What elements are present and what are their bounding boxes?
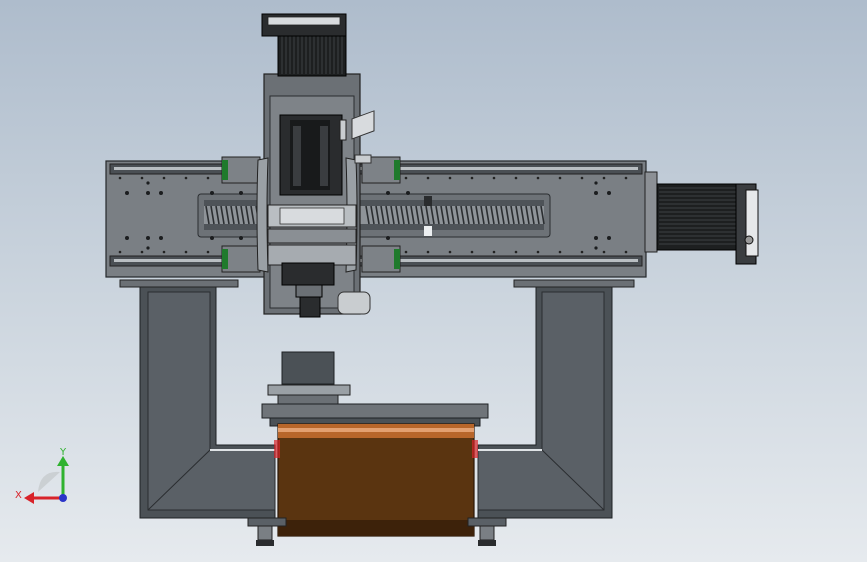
cad-viewport[interactable]: Y X xyxy=(0,0,867,562)
axis-triad: Y X xyxy=(15,447,69,504)
triad-x-label: X xyxy=(15,490,22,501)
z-axis-motor xyxy=(261,13,347,77)
triad-y-label: Y xyxy=(59,447,67,458)
left-frame-leg xyxy=(119,279,276,519)
workpiece-cylinder xyxy=(274,423,478,537)
cnc-gantry-model[interactable]: Y X xyxy=(0,0,867,562)
gantry-beam xyxy=(105,156,647,278)
right-frame-leg xyxy=(477,279,635,519)
rotary-head xyxy=(261,351,489,427)
x-axis-motor xyxy=(644,171,759,265)
z-axis-carriage xyxy=(256,73,375,318)
